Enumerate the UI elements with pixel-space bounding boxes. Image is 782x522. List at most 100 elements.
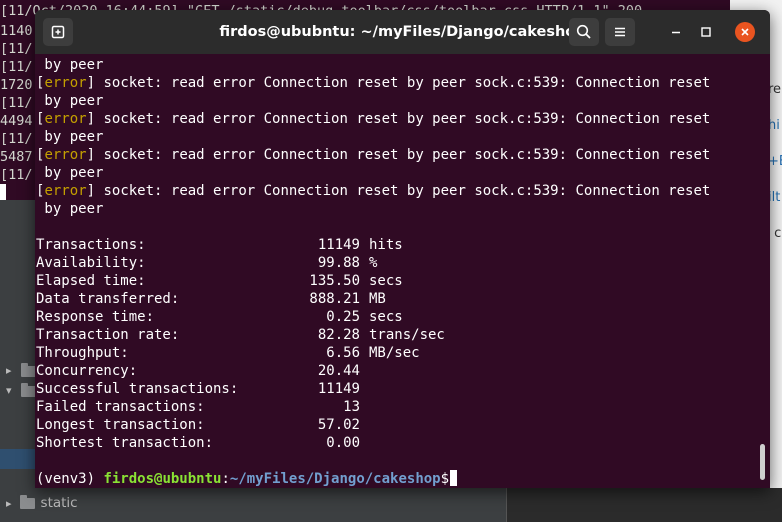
background-terminal-line: 5487 — [0, 149, 33, 165]
maximize-icon — [701, 27, 711, 37]
close-icon — [741, 28, 749, 36]
prompt-path: ~/myFiles/Django/cakeshop — [229, 471, 441, 487]
error-message: socket: read error Connection reset by p… — [95, 111, 711, 127]
ide-editor-area — [506, 488, 782, 522]
tree-collapse-icon[interactable]: ▾ — [6, 384, 12, 397]
stat-label: Transaction rate: — [36, 327, 180, 343]
search-icon — [576, 24, 591, 39]
new-tab-icon — [51, 25, 65, 39]
stat-row: Response time: 0.25 secs — [36, 308, 756, 326]
background-terminal-line: [11/ — [0, 95, 33, 111]
stat-value: 11149 — [317, 381, 360, 397]
tree-expand-icon[interactable]: ▸ — [6, 497, 12, 510]
stat-value: 0.00 — [326, 435, 360, 451]
minimize-icon — [672, 31, 680, 34]
output-line: by peer — [36, 129, 104, 145]
output-line: by peer — [36, 93, 104, 109]
stat-unit: trans/sec — [369, 327, 445, 343]
stat-value: 6.56 — [326, 345, 360, 361]
prompt-symbol: $ — [440, 471, 450, 487]
background-terminal-cursor — [0, 184, 6, 200]
output-line: by peer — [36, 165, 104, 181]
prompt-separator: : — [221, 471, 230, 487]
close-button[interactable] — [735, 22, 755, 42]
error-line: [error] socket: read error Connection re… — [36, 147, 711, 163]
minimize-button[interactable] — [666, 22, 686, 42]
stat-unit: MB/sec — [369, 345, 420, 361]
stat-row: Availability: 99.88% — [36, 254, 756, 272]
error-message: socket: read error Connection reset by p… — [95, 147, 711, 163]
stat-value: 82.28 — [317, 327, 360, 343]
stat-unit: MB — [369, 291, 386, 307]
search-button[interactable] — [569, 18, 599, 46]
ide-project-tree: ▸ ▾ — [0, 200, 36, 522]
title-bar[interactable]: firdos@ububntu: ~/myFiles/Django/cakesho… — [35, 10, 770, 54]
error-tag: error — [44, 75, 87, 91]
tree-selected-row[interactable] — [0, 449, 36, 469]
stat-unit: hits — [369, 237, 403, 253]
stat-label: Elapsed time: — [36, 273, 146, 289]
stat-row: Failed transactions: 13 — [36, 398, 756, 416]
stat-label: Response time: — [36, 309, 155, 325]
background-terminal-line: [11/ — [0, 167, 33, 183]
error-line: [error] socket: read error Connection re… — [36, 111, 711, 127]
text-cursor — [450, 470, 458, 486]
error-line: [error] socket: read error Connection re… — [36, 75, 711, 91]
error-tag: error — [44, 147, 87, 163]
menu-button[interactable] — [605, 18, 635, 46]
background-terminal-line: 4494 — [0, 113, 33, 129]
stat-row: Elapsed time: 135.50 secs — [36, 272, 756, 290]
terminal-output[interactable]: by peer [error] socket: read error Conne… — [36, 54, 756, 488]
stat-value: 20.44 — [317, 363, 360, 379]
tree-expand-icon[interactable]: ▸ — [6, 364, 12, 377]
stat-label: Longest transaction: — [36, 417, 205, 433]
stat-unit: secs — [369, 309, 403, 325]
tree-item-static[interactable]: ▸ static — [0, 494, 78, 512]
stat-label: Shortest transaction: — [36, 435, 214, 451]
maximize-button[interactable] — [696, 22, 716, 42]
prompt-venv: (venv3) — [36, 471, 104, 487]
prompt-user-host: firdos@ububntu — [103, 471, 222, 487]
terminal-window[interactable]: firdos@ububntu: ~/myFiles/Django/cakesho… — [35, 10, 770, 488]
stat-value: 57.02 — [317, 417, 360, 433]
background-terminal-line: 1140 — [0, 23, 33, 39]
stat-row: Shortest transaction: 0.00 — [36, 434, 756, 452]
stat-label: Failed transactions: — [36, 399, 205, 415]
background-terminal-line: 1720 — [0, 77, 33, 93]
hamburger-menu-icon — [615, 27, 625, 37]
background-terminal-line: [11/ — [0, 59, 33, 75]
stat-label: Concurrency: — [36, 363, 138, 379]
ide-text-fragment: +B — [768, 154, 782, 169]
stat-row: Data transferred: 888.21 MB — [36, 290, 756, 308]
new-tab-button[interactable] — [43, 18, 73, 46]
stat-label: Successful transactions: — [36, 381, 239, 397]
stat-row: Concurrency: 20.44 — [36, 362, 756, 380]
tree-item-label: static — [40, 495, 78, 511]
stat-row: Throughput: 6.56 MB/sec — [36, 344, 756, 362]
error-line: [error] socket: read error Connection re… — [36, 183, 711, 199]
stat-row: Successful transactions: 11149 — [36, 380, 756, 398]
window-title: firdos@ububntu: ~/myFiles/Django/cakesho… — [219, 24, 586, 40]
error-tag: error — [44, 183, 87, 199]
stat-unit: % — [369, 255, 378, 271]
stat-label: Transactions: — [36, 237, 146, 253]
stat-label: Availability: — [36, 255, 146, 271]
background-terminal-line: [11/ — [0, 131, 33, 147]
stat-unit: secs — [369, 273, 403, 289]
stat-label: Throughput: — [36, 345, 129, 361]
shell-prompt[interactable]: (venv3) firdos@ububntu:~/myFiles/Django/… — [36, 470, 458, 488]
stat-value: 11149 — [317, 237, 360, 253]
stat-value: 888.21 — [309, 291, 360, 307]
folder-icon — [21, 383, 36, 397]
folder-icon — [21, 363, 36, 377]
output-line: by peer — [36, 201, 104, 217]
background-terminal-line: [11/ — [0, 41, 33, 57]
folder-icon — [19, 494, 35, 509]
stat-row: Transaction rate: 82.28 trans/sec — [36, 326, 756, 344]
scrollbar-thumb[interactable] — [760, 444, 765, 480]
output-line: by peer — [36, 57, 104, 73]
error-message: socket: read error Connection reset by p… — [95, 183, 711, 199]
stat-value: 99.88 — [317, 255, 360, 271]
stat-value: 0.25 — [326, 309, 360, 325]
stat-row: Longest transaction: 57.02 — [36, 416, 756, 434]
